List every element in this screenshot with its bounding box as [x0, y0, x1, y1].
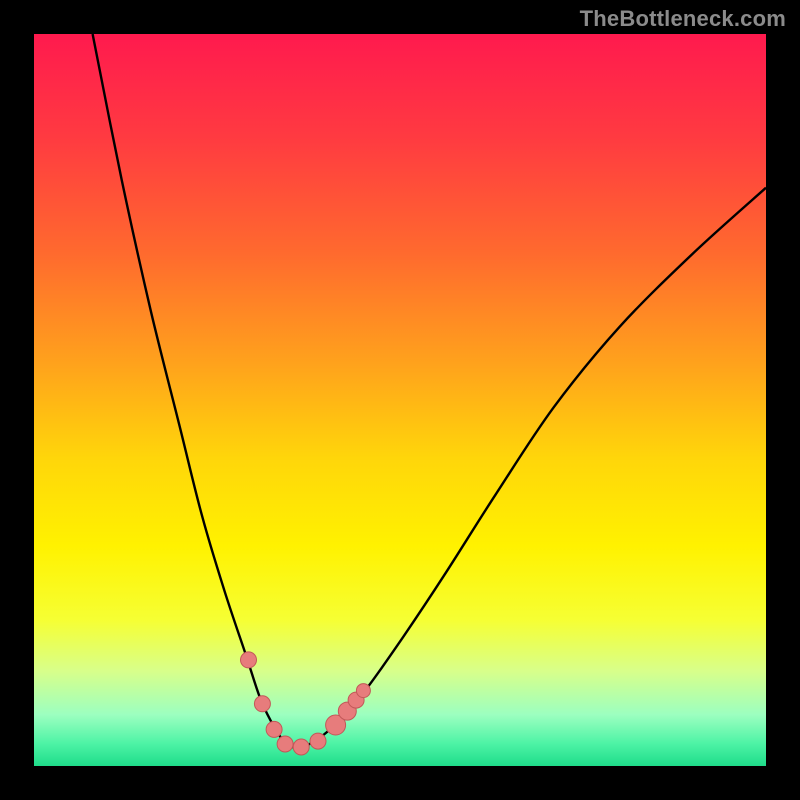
curve-marker	[254, 696, 270, 712]
curve-marker	[356, 684, 370, 698]
plot-area	[34, 34, 766, 766]
chart-svg	[34, 34, 766, 766]
curve-marker	[241, 652, 257, 668]
curve-marker	[266, 721, 282, 737]
watermark-text: TheBottleneck.com	[580, 6, 786, 32]
outer-frame: TheBottleneck.com	[0, 0, 800, 800]
curve-marker	[310, 733, 326, 749]
curve-marker	[293, 739, 309, 755]
curve-marker	[277, 736, 293, 752]
bottleneck-curve	[93, 34, 766, 748]
marker-group	[241, 652, 371, 755]
